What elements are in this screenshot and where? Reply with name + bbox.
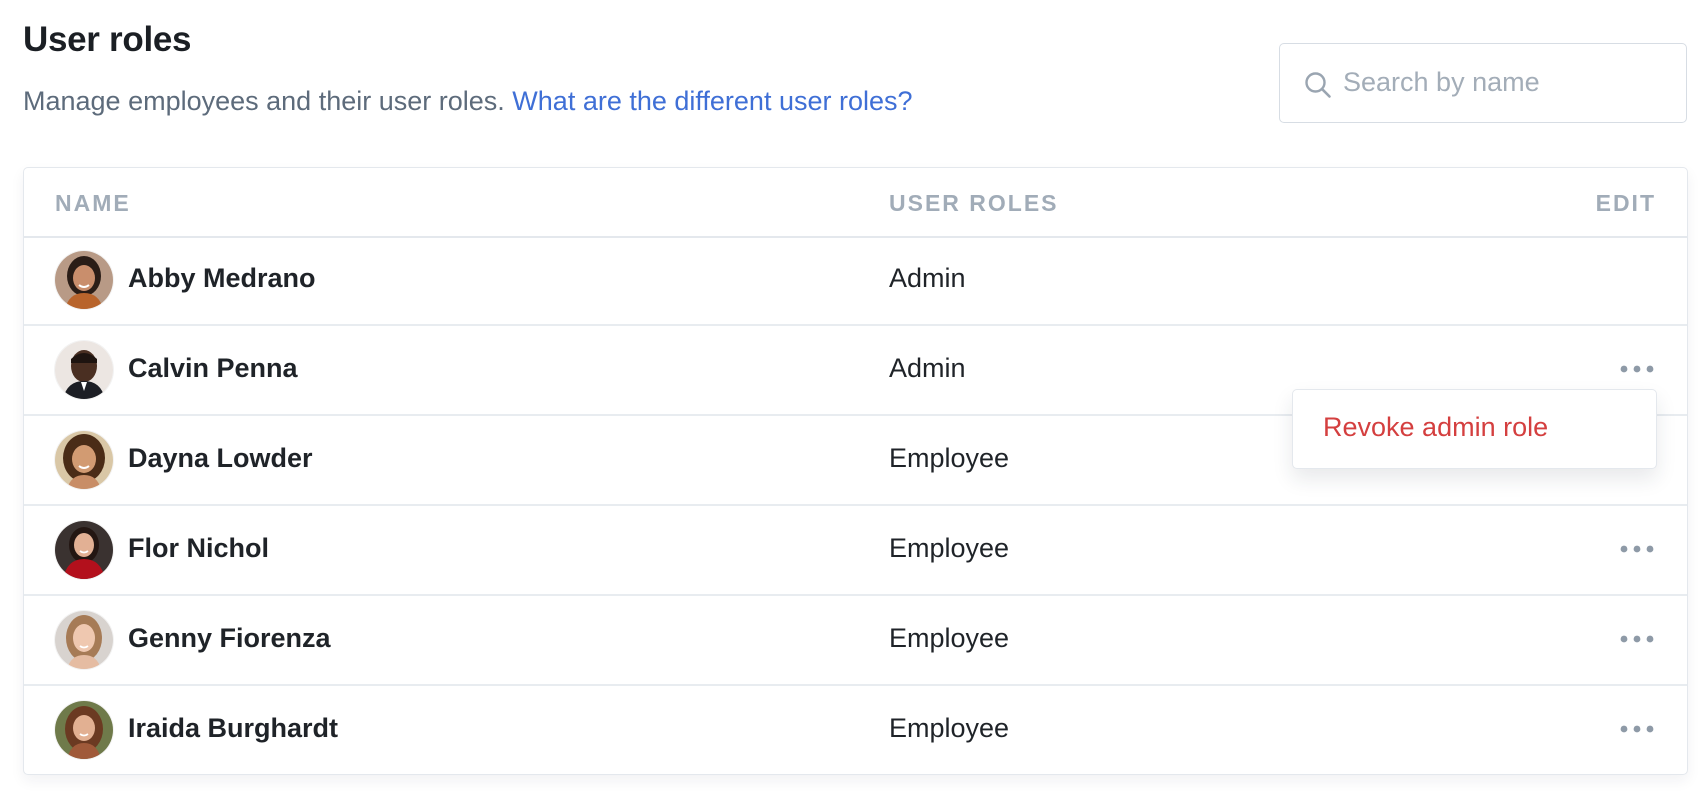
subtitle-text: Manage employees and their user roles.: [23, 86, 505, 116]
more-options-button[interactable]: [1615, 534, 1659, 564]
user-roles-help-link[interactable]: What are the different user roles?: [512, 86, 912, 116]
more-options-button[interactable]: [1615, 624, 1659, 654]
table-header: NAME USER ROLES EDIT: [24, 168, 1687, 238]
table-row: Flor Nichol Employee: [24, 506, 1687, 596]
column-header-edit: EDIT: [1595, 190, 1656, 216]
search-input[interactable]: [1343, 44, 1673, 120]
table-row: Abby Medrano Admin: [24, 236, 1687, 326]
user-name: Iraida Burghardt: [128, 713, 339, 743]
ellipsis-icon: [1620, 545, 1654, 553]
avatar: [55, 521, 113, 579]
user-roles-table: NAME USER ROLES EDIT Abby Medrano Admin: [23, 167, 1688, 775]
user-role: Admin: [889, 263, 966, 293]
table-row: Iraida Burghardt Employee: [24, 686, 1687, 774]
user-role: Employee: [889, 533, 1010, 563]
ellipsis-icon: [1620, 365, 1654, 373]
ellipsis-icon: [1620, 725, 1654, 733]
more-options-button[interactable]: [1615, 354, 1659, 384]
user-name: Dayna Lowder: [128, 443, 313, 473]
column-header-name[interactable]: NAME: [55, 190, 131, 217]
revoke-admin-role-menu-item[interactable]: Revoke admin role: [1323, 412, 1548, 443]
page-subtitle: Manage employees and their user roles. W…: [23, 86, 913, 117]
user-name: Calvin Penna: [128, 353, 298, 383]
row-actions-menu: Revoke admin role: [1292, 389, 1657, 469]
avatar: [55, 251, 113, 309]
avatar: [55, 341, 113, 399]
user-role: Employee: [889, 713, 1010, 743]
search-icon: [1305, 72, 1331, 98]
search-box[interactable]: [1279, 43, 1687, 123]
page-title: User roles: [23, 20, 192, 59]
user-name: Flor Nichol: [128, 533, 269, 563]
user-name: Abby Medrano: [128, 263, 316, 293]
column-header-user-roles[interactable]: USER ROLES: [889, 190, 1059, 217]
user-name: Genny Fiorenza: [128, 623, 331, 653]
user-role: Admin: [889, 353, 966, 383]
user-role: Employee: [889, 623, 1010, 653]
more-options-button[interactable]: [1615, 714, 1659, 744]
table-row: Genny Fiorenza Employee: [24, 596, 1687, 686]
user-role: Employee: [889, 443, 1010, 473]
ellipsis-icon: [1620, 635, 1654, 643]
avatar: [55, 611, 113, 669]
avatar: [55, 701, 113, 759]
avatar: [55, 431, 113, 489]
